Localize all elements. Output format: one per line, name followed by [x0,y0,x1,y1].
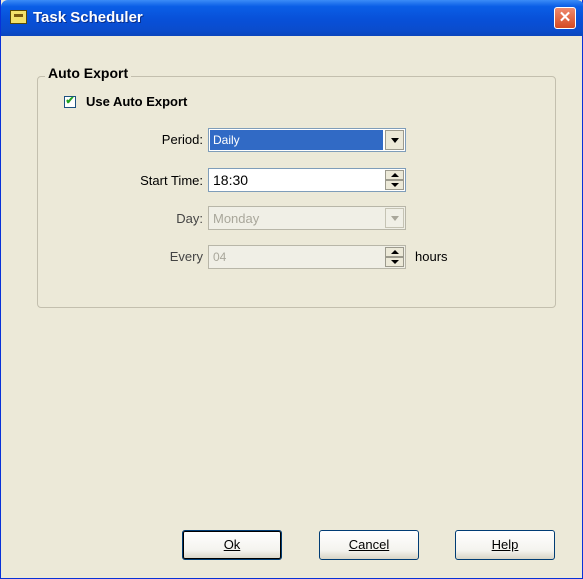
day-label: Day: [176,211,203,226]
help-button[interactable]: Help [455,530,555,560]
chevron-down-icon [391,216,399,221]
day-select: Monday [208,206,406,230]
start-time-spinner[interactable] [385,170,404,190]
title-bar[interactable]: Task Scheduler ✕ [1,0,583,36]
close-button[interactable]: ✕ [554,7,576,29]
use-auto-export-row[interactable]: ✔ Use Auto Export [64,94,187,109]
use-auto-export-checkbox[interactable]: ✔ [64,95,76,108]
chevron-down-icon [391,138,399,143]
start-time-label: Start Time: [140,173,203,188]
day-dropdown-button [385,208,404,228]
every-value: 04 [213,250,227,264]
window-title: Task Scheduler [33,9,143,26]
use-auto-export-label[interactable]: Use Auto Export [86,94,187,109]
app-icon [10,10,27,24]
spin-up-icon[interactable] [385,247,404,257]
cancel-button-label: Cancel [348,537,390,552]
every-spinner[interactable] [385,247,404,267]
auto-export-group-title: Auto Export [45,65,132,81]
every-unit-label: hours [415,249,448,264]
cancel-button[interactable]: Cancel [319,530,419,560]
ok-button[interactable]: Ok [182,530,282,560]
auto-export-group [37,76,556,308]
period-label: Period: [161,132,203,147]
spin-down-icon[interactable] [385,257,404,267]
day-selected-value: Monday [213,211,260,226]
every-input: 04 [208,245,406,269]
period-select[interactable]: Daily [208,128,406,152]
start-time-input[interactable]: 18:30 [208,168,406,192]
start-time-value: 18:30 [213,172,249,188]
spin-up-icon[interactable] [385,170,404,180]
spin-down-icon[interactable] [385,180,404,190]
help-button-label: Help [491,537,519,552]
ok-button-label: Ok [223,537,241,552]
every-label: Every [169,249,203,264]
period-dropdown-button[interactable] [385,130,404,150]
task-scheduler-window: Task Scheduler ✕ Auto Export ✔ Use Auto … [0,0,583,579]
period-selected-value: Daily [210,130,383,150]
